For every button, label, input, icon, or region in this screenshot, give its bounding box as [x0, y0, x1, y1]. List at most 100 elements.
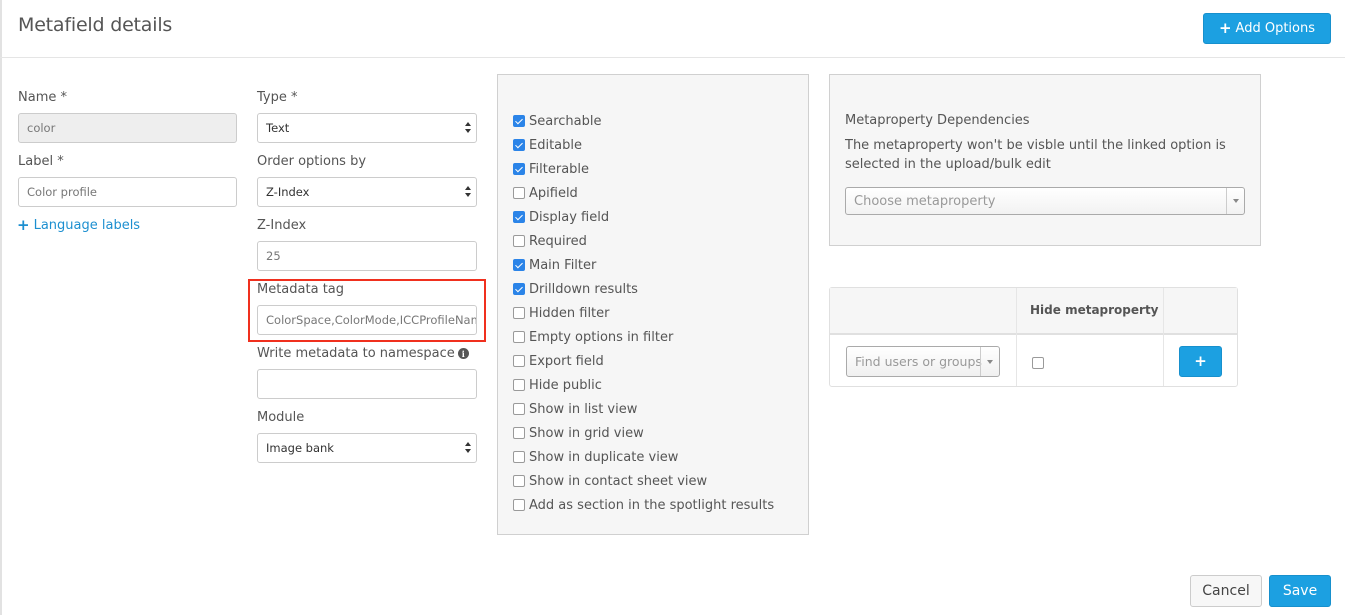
option-label: Display field — [529, 209, 610, 225]
dropdown-arrow-icon — [1226, 188, 1244, 214]
frame-border — [0, 0, 2, 615]
write-namespace-label: Write metadata to namespace i — [257, 346, 469, 361]
add-options-button[interactable]: + Add Options — [1203, 13, 1331, 44]
hide-metaproperty-header: Hide metaproperty — [1030, 303, 1159, 317]
module-label: Module — [257, 410, 305, 425]
label-label: Label * — [18, 154, 64, 169]
option-checkbox[interactable] — [513, 403, 525, 415]
select-arrows-icon — [465, 186, 471, 198]
option-label: Hidden filter — [529, 305, 610, 321]
select-arrows-icon — [465, 122, 471, 134]
option-checkbox[interactable] — [513, 283, 525, 295]
option-drilldown-results[interactable]: Drilldown results — [513, 280, 638, 298]
option-label: Empty options in filter — [529, 329, 674, 345]
add-options-label: Add Options — [1235, 21, 1316, 36]
dependencies-panel: Metaproperty Dependencies The metaproper… — [829, 74, 1261, 246]
option-label: Show in contact sheet view — [529, 473, 708, 489]
find-users-placeholder: Find users or groups — [855, 354, 982, 369]
option-checkbox[interactable] — [513, 163, 525, 175]
save-button[interactable]: Save — [1269, 575, 1331, 607]
order-options-label: Order options by — [257, 154, 367, 169]
option-checkbox[interactable] — [513, 379, 525, 391]
option-label: Show in list view — [529, 401, 638, 417]
option-checkbox[interactable] — [513, 307, 525, 319]
option-export-field[interactable]: Export field — [513, 352, 604, 370]
option-checkbox[interactable] — [513, 115, 525, 127]
dependencies-description: The metaproperty won't be visble until t… — [845, 138, 1226, 172]
option-display-field[interactable]: Display field — [513, 208, 609, 226]
option-filterable[interactable]: Filterable — [513, 160, 589, 178]
z-index-field[interactable]: 25 — [257, 241, 477, 271]
name-field[interactable]: color — [18, 113, 237, 143]
hide-metaproperty-checkbox[interactable] — [1032, 357, 1044, 369]
option-editable[interactable]: Editable — [513, 136, 582, 154]
option-checkbox[interactable] — [513, 331, 525, 343]
order-options-select[interactable]: Z-Index — [257, 177, 477, 207]
permissions-table-header: Hide metaproperty — [830, 288, 1237, 335]
metadata-tag-label: Metadata tag — [257, 282, 345, 297]
type-label: Type * — [257, 90, 298, 105]
option-label: Hide public — [529, 377, 602, 393]
option-checkbox[interactable] — [513, 235, 525, 247]
option-label: Show in grid view — [529, 425, 644, 441]
option-empty-options-in-filter[interactable]: Empty options in filter — [513, 328, 673, 346]
write-namespace-field[interactable] — [257, 369, 477, 399]
option-checkbox[interactable] — [513, 259, 525, 271]
options-panel: Searchable Editable Filterable Apifield Disp… — [497, 74, 809, 535]
option-checkbox[interactable] — [513, 139, 525, 151]
option-label: Add as section in the spotlight results — [529, 497, 775, 513]
info-icon[interactable]: i — [457, 348, 469, 359]
plus-icon: + — [17, 216, 30, 234]
option-searchable[interactable]: Searchable — [513, 112, 602, 130]
choose-metaproperty-select[interactable]: Choose metaproperty — [845, 187, 1245, 215]
option-show-in-contact-sheet-view[interactable]: Show in contact sheet view — [513, 472, 707, 490]
option-label: Required — [529, 233, 587, 249]
select-arrows-icon — [465, 442, 471, 454]
plus-icon: + — [1194, 352, 1207, 370]
column-divider — [1016, 288, 1017, 386]
option-label: Editable — [529, 137, 583, 153]
option-checkbox[interactable] — [513, 451, 525, 463]
module-select[interactable]: Image bank — [257, 433, 477, 463]
option-checkbox[interactable] — [513, 427, 525, 439]
option-show-in-list-view[interactable]: Show in list view — [513, 400, 637, 418]
choose-metaproperty-placeholder: Choose metaproperty — [854, 193, 996, 209]
type-select[interactable]: Text — [257, 113, 477, 143]
language-labels-text: Language labels — [33, 218, 141, 233]
option-label: Drilldown results — [529, 281, 638, 297]
modal-header: Metafield details + Add Options — [0, 0, 1345, 58]
find-users-select[interactable]: Find users or groups — [846, 346, 1000, 377]
type-value: Text — [266, 121, 290, 135]
language-labels-link[interactable]: + Language labels — [17, 216, 141, 234]
label-field[interactable]: Color profile — [18, 177, 237, 207]
dropdown-arrow-icon — [980, 347, 999, 376]
option-label: Main Filter — [529, 257, 597, 273]
module-value: Image bank — [266, 441, 334, 455]
write-namespace-text: Write metadata to namespace — [257, 346, 455, 361]
add-permission-button[interactable]: + — [1179, 346, 1222, 377]
option-label: Searchable — [529, 113, 602, 129]
order-options-value: Z-Index — [266, 185, 310, 199]
option-main-filter[interactable]: Main Filter — [513, 256, 596, 274]
option-checkbox[interactable] — [513, 211, 525, 223]
option-label: Apifield — [529, 185, 578, 201]
option-label: Show in duplicate view — [529, 449, 679, 465]
option-apifield[interactable]: Apifield — [513, 184, 578, 202]
cancel-button[interactable]: Cancel — [1190, 575, 1262, 607]
option-label: Export field — [529, 353, 604, 369]
option-checkbox[interactable] — [513, 499, 525, 511]
option-required[interactable]: Required — [513, 232, 587, 250]
option-show-in-duplicate-view[interactable]: Show in duplicate view — [513, 448, 678, 466]
metadata-tag-field[interactable]: ColorSpace,ColorMode,ICCProfileNam — [257, 305, 477, 335]
option-checkbox[interactable] — [513, 475, 525, 487]
dependencies-title: Metaproperty Dependencies — [845, 113, 1030, 128]
option-show-in-grid-view[interactable]: Show in grid view — [513, 424, 644, 442]
option-hidden-filter[interactable]: Hidden filter — [513, 304, 610, 322]
option-checkbox[interactable] — [513, 187, 525, 199]
option-hide-public[interactable]: Hide public — [513, 376, 602, 394]
option-add-as-section-in-the-spotlight-results[interactable]: Add as section in the spotlight results — [513, 496, 774, 514]
option-checkbox[interactable] — [513, 355, 525, 367]
plus-icon: + — [1218, 19, 1232, 37]
z-index-label: Z-Index — [257, 218, 307, 233]
option-label: Filterable — [529, 161, 590, 177]
